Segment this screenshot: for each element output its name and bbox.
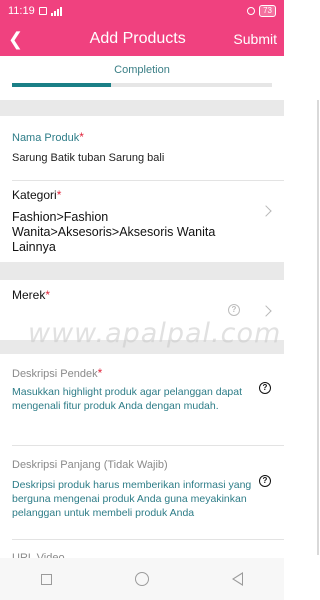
deskripsi-panjang-section: Deskripsi Panjang (Tidak Wajib) Deskrips… — [0, 446, 284, 540]
merek-chevron-icon[interactable] — [260, 305, 272, 317]
section-gap — [0, 100, 284, 116]
recent-apps-icon[interactable] — [41, 573, 53, 585]
system-nav-bar — [0, 558, 284, 600]
battery-indicator: 73 — [259, 5, 276, 17]
deskripsi-panjang-label: Deskripsi Panjang (Tidak Wajib) — [12, 459, 168, 471]
section-gap — [0, 262, 284, 280]
divider — [12, 180, 284, 181]
completion-fill — [12, 83, 111, 87]
help-icon[interactable]: ? — [228, 304, 240, 316]
watermark: www.apalpal.com — [28, 318, 282, 349]
deskripsi-panjang-input[interactable]: Deskripsi produk harus memberikan inform… — [12, 478, 256, 520]
status-time: 11:19 — [8, 5, 35, 17]
back-icon[interactable] — [231, 572, 243, 586]
basic-info-section: Nama Produk* Sarung Batik tuban Sarung b… — [0, 116, 284, 262]
app-bar: ❮ Add Products Submit — [0, 22, 284, 56]
nama-produk-label: Nama Produk* — [12, 130, 84, 144]
home-icon[interactable] — [134, 572, 149, 586]
status-bar: 11:19 73 — [0, 0, 284, 22]
merek-label: Merek* — [12, 288, 51, 302]
help-icon[interactable]: ? — [259, 475, 271, 487]
scrollbar[interactable] — [317, 100, 319, 555]
help-icon[interactable]: ? — [259, 382, 271, 394]
url-video-section: URL Video — [0, 540, 284, 564]
nama-produk-input[interactable]: Sarung Batik tuban Sarung bali — [12, 152, 164, 164]
alarm-icon — [247, 7, 256, 15]
kategori-value[interactable]: Fashion>Fashion Wanita>Aksesoris>Aksesor… — [12, 210, 244, 255]
deskripsi-pendek-section: Deskripsi Pendek* Masukkan highlight pro… — [0, 354, 284, 446]
deskripsi-pendek-input[interactable]: Masukkan highlight produk agar pelanggan… — [12, 385, 256, 413]
signal-icon — [50, 6, 62, 16]
kategori-chevron-icon[interactable] — [260, 205, 272, 217]
deskripsi-pendek-label: Deskripsi Pendek* — [12, 366, 103, 380]
completion-track — [12, 83, 272, 87]
back-chevron-icon[interactable]: ❮ — [0, 22, 28, 56]
notification-icon — [38, 7, 47, 15]
page-title: Add Products — [89, 30, 186, 47]
submit-button[interactable]: Submit — [233, 31, 284, 47]
completion-label: Completion — [114, 64, 170, 76]
kategori-label: Kategori* — [12, 188, 62, 202]
completion-progress: Completion — [0, 56, 284, 100]
